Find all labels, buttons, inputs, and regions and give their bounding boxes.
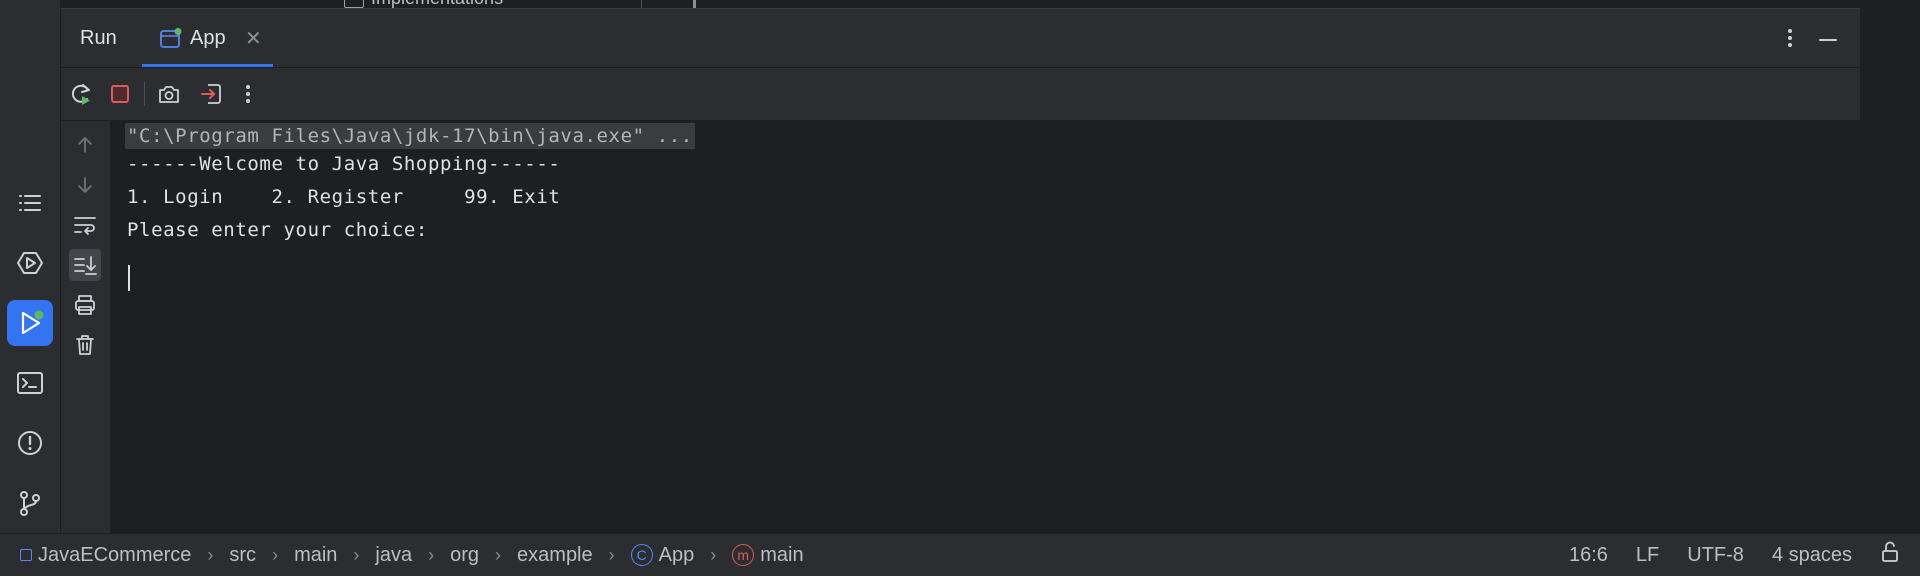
breadcrumb-method-main[interactable]: m main [732,543,804,567]
soft-wrap-icon [74,217,96,235]
more-actions-button[interactable] [234,80,262,108]
run-title: Run [80,27,117,49]
structure-icon [19,195,41,211]
chevron-right-icon: › [353,544,360,565]
more-icon [246,85,250,103]
run-tool-button[interactable] [7,300,53,346]
console-line: Please enter your choice: [127,219,428,241]
breadcrumb: JavaECommerce › src › main › java › org … [20,534,804,576]
divider [641,0,642,8]
console-line: 1. Login 2. Register 99. Exit [127,186,561,208]
breadcrumb-example[interactable]: example [517,544,593,567]
more-options-icon[interactable] [1779,25,1801,51]
git-button[interactable] [7,480,53,526]
rerun-button[interactable] [67,80,95,108]
input-caret[interactable] [128,265,130,291]
run-icon [21,310,44,335]
chevron-right-icon: › [207,544,214,565]
scroll-to-end-button[interactable] [69,249,101,281]
exit-button[interactable] [197,80,225,108]
breadcrumb-label: main [760,543,804,566]
console-command-line[interactable]: "C:\Program Files\Java\jdk-17\bin\java.e… [125,123,695,149]
run-header: Run App ✕ [61,9,1860,68]
scroll-to-end-icon [74,256,97,275]
breadcrumb-java[interactable]: java [375,544,412,567]
toolbar-separator [144,82,145,106]
print-icon [75,295,95,315]
chevron-right-icon: › [495,544,502,565]
breadcrumb-org[interactable]: org [450,544,479,567]
rerun-icon [71,84,90,105]
folder-icon [344,0,364,8]
run-tool-window: Run App ✕ "C:\Program Files\Java\jdk-17\… [61,9,1860,533]
console-output[interactable]: "C:\Program Files\Java\jdk-17\bin\java.e… [111,121,1860,533]
breadcrumb-class-app[interactable]: C App [630,543,695,567]
services-button[interactable] [7,240,53,286]
print-button[interactable] [69,289,101,321]
unlock-icon [1882,541,1898,562]
close-icon[interactable]: ✕ [245,26,262,51]
line-ending[interactable]: LF [1636,544,1659,567]
problems-button[interactable] [7,420,53,466]
caret-position[interactable]: 16:6 [1569,544,1608,567]
camera-icon [159,86,179,103]
left-tool-strip [0,0,61,533]
file-encoding[interactable]: UTF-8 [1687,544,1744,567]
tab-label: App [190,27,226,49]
down-arrow-icon [78,177,92,193]
up-arrow-icon [78,137,92,153]
trash-icon [76,335,94,355]
sliver-text: Implementations [371,0,503,8]
breadcrumb-main[interactable]: main [294,544,337,567]
scroll-marker [693,0,696,8]
indent-setting[interactable]: 4 spaces [1772,544,1852,567]
breadcrumb-project[interactable]: JavaECommerce [20,544,191,567]
status-right: 16:6 LF UTF-8 4 spaces [1569,534,1920,576]
console-side-toolbar [61,121,111,533]
breadcrumb-label: JavaECommerce [38,543,192,566]
stop-button[interactable] [106,80,134,108]
scroll-down-button[interactable] [69,169,101,201]
git-icon [20,491,40,516]
tab-app[interactable]: App ✕ [142,9,273,67]
chevron-right-icon: › [710,544,717,565]
terminal-button[interactable] [7,360,53,406]
screenshot-button[interactable] [155,80,183,108]
chevron-right-icon: › [608,544,615,565]
services-icon [17,252,43,274]
chevron-right-icon: › [272,544,279,565]
problems-icon [18,431,42,455]
method-icon: m [732,544,755,566]
terminal-icon [17,372,43,394]
readonly-toggle[interactable] [1880,541,1900,569]
tab-underline [142,64,273,67]
status-bar: JavaECommerce › src › main › java › org … [0,533,1920,576]
exit-icon [201,84,221,104]
soft-wrap-button[interactable] [69,209,101,241]
application-icon [160,28,182,48]
breadcrumb-label: App [658,543,695,566]
scroll-up-button[interactable] [69,129,101,161]
chevron-right-icon: › [428,544,435,565]
clear-all-button[interactable] [69,329,101,361]
module-icon [20,549,32,561]
structure-button[interactable] [7,180,53,226]
class-icon: C [630,544,653,566]
run-toolbar [61,68,1860,121]
hide-panel-icon[interactable] [1817,29,1839,51]
console-line: ------Welcome to Java Shopping------ [127,153,561,175]
editor-top-sliver: Implementations [61,0,1860,9]
breadcrumb-src[interactable]: src [229,544,256,567]
stop-icon [111,85,129,103]
